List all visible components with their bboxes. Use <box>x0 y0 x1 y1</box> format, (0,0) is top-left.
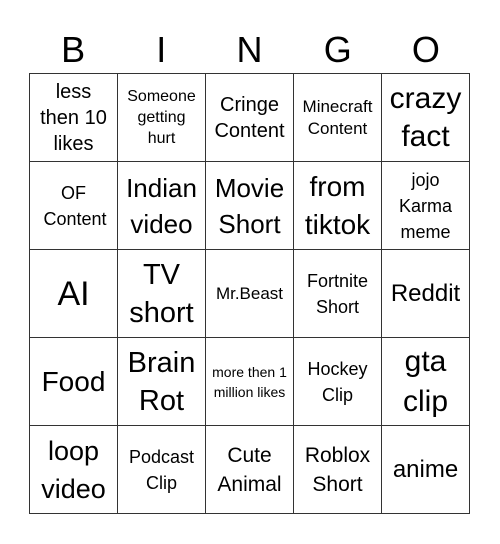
bingo-cell[interactable]: crazy fact <box>382 74 470 162</box>
bingo-header: B I N G O <box>29 28 470 72</box>
cell-text: Cringe Content <box>214 93 285 142</box>
cell-text: Minecraft Content <box>302 96 373 138</box>
cell-text: TV short <box>129 258 194 329</box>
cell-text: Brain Rot <box>127 346 196 417</box>
cell-text: less then 10 likes <box>40 80 107 155</box>
cell-text: Indian video <box>126 172 197 239</box>
cell-text: AI <box>57 274 90 313</box>
bingo-cell[interactable]: Brain Rot <box>118 338 206 426</box>
bingo-cell[interactable]: Podcast Clip <box>118 426 206 514</box>
cell-text: Mr.Beast <box>215 283 284 303</box>
header-letter-i: I <box>156 29 167 70</box>
cell-text: Roblox Short <box>304 443 371 496</box>
bingo-cell[interactable]: Cringe Content <box>206 74 294 162</box>
cell-text: OF Content <box>43 182 107 229</box>
bingo-cell[interactable]: Movie Short <box>206 162 294 250</box>
bingo-cell[interactable]: Reddit <box>382 250 470 338</box>
bingo-cell[interactable]: more then 1 million likes <box>206 338 294 426</box>
cell-text: Reddit <box>390 279 461 307</box>
bingo-cell[interactable]: Cute Animal <box>206 426 294 514</box>
bingo-cell[interactable]: jojo Karma meme <box>382 162 470 250</box>
cell-text: from tiktok <box>304 170 371 240</box>
bingo-cell[interactable]: Food <box>30 338 118 426</box>
bingo-cell[interactable]: Indian video <box>118 162 206 250</box>
cell-text: loop video <box>41 435 106 504</box>
bingo-cell[interactable]: gta clip <box>382 338 470 426</box>
cell-text: crazy fact <box>389 81 462 153</box>
bingo-cell[interactable]: Mr.Beast <box>206 250 294 338</box>
header-letter-g: G <box>323 29 352 70</box>
bingo-cell[interactable]: from tiktok <box>294 162 382 250</box>
bingo-cell[interactable]: Hockey Clip <box>294 338 382 426</box>
bingo-cell[interactable]: Fortnite Short <box>294 250 382 338</box>
cell-text: anime <box>392 455 459 483</box>
cell-text: Cute Animal <box>217 443 282 496</box>
bingo-cell[interactable]: TV short <box>118 250 206 338</box>
bingo-cell[interactable]: Roblox Short <box>294 426 382 514</box>
bingo-cell[interactable]: Someone getting hurt <box>118 74 206 162</box>
header-letter-n: N <box>236 29 263 70</box>
cell-text: Food <box>41 365 106 397</box>
cell-text: Someone getting hurt <box>127 88 196 147</box>
bingo-cell[interactable]: OF Content <box>30 162 118 250</box>
cell-text: Hockey Clip <box>307 358 368 405</box>
bingo-cell[interactable]: loop video <box>30 426 118 514</box>
cell-text: gta clip <box>402 344 448 418</box>
bingo-cell[interactable]: less then 10 likes <box>30 74 118 162</box>
bingo-cell[interactable]: AI <box>30 250 118 338</box>
bingo-cell[interactable]: anime <box>382 426 470 514</box>
cell-text: Movie Short <box>214 172 285 239</box>
bingo-cell[interactable]: Minecraft Content <box>294 74 382 162</box>
header-letter-b: B <box>61 29 86 70</box>
cell-text: jojo Karma meme <box>398 169 452 242</box>
cell-text: more then 1 million likes <box>212 363 287 400</box>
cell-text: Podcast Clip <box>128 446 195 493</box>
header-letter-o: O <box>411 29 440 70</box>
bingo-grid: less then 10 likes Someone getting hurt … <box>29 73 470 514</box>
cell-text: Fortnite Short <box>306 270 369 317</box>
